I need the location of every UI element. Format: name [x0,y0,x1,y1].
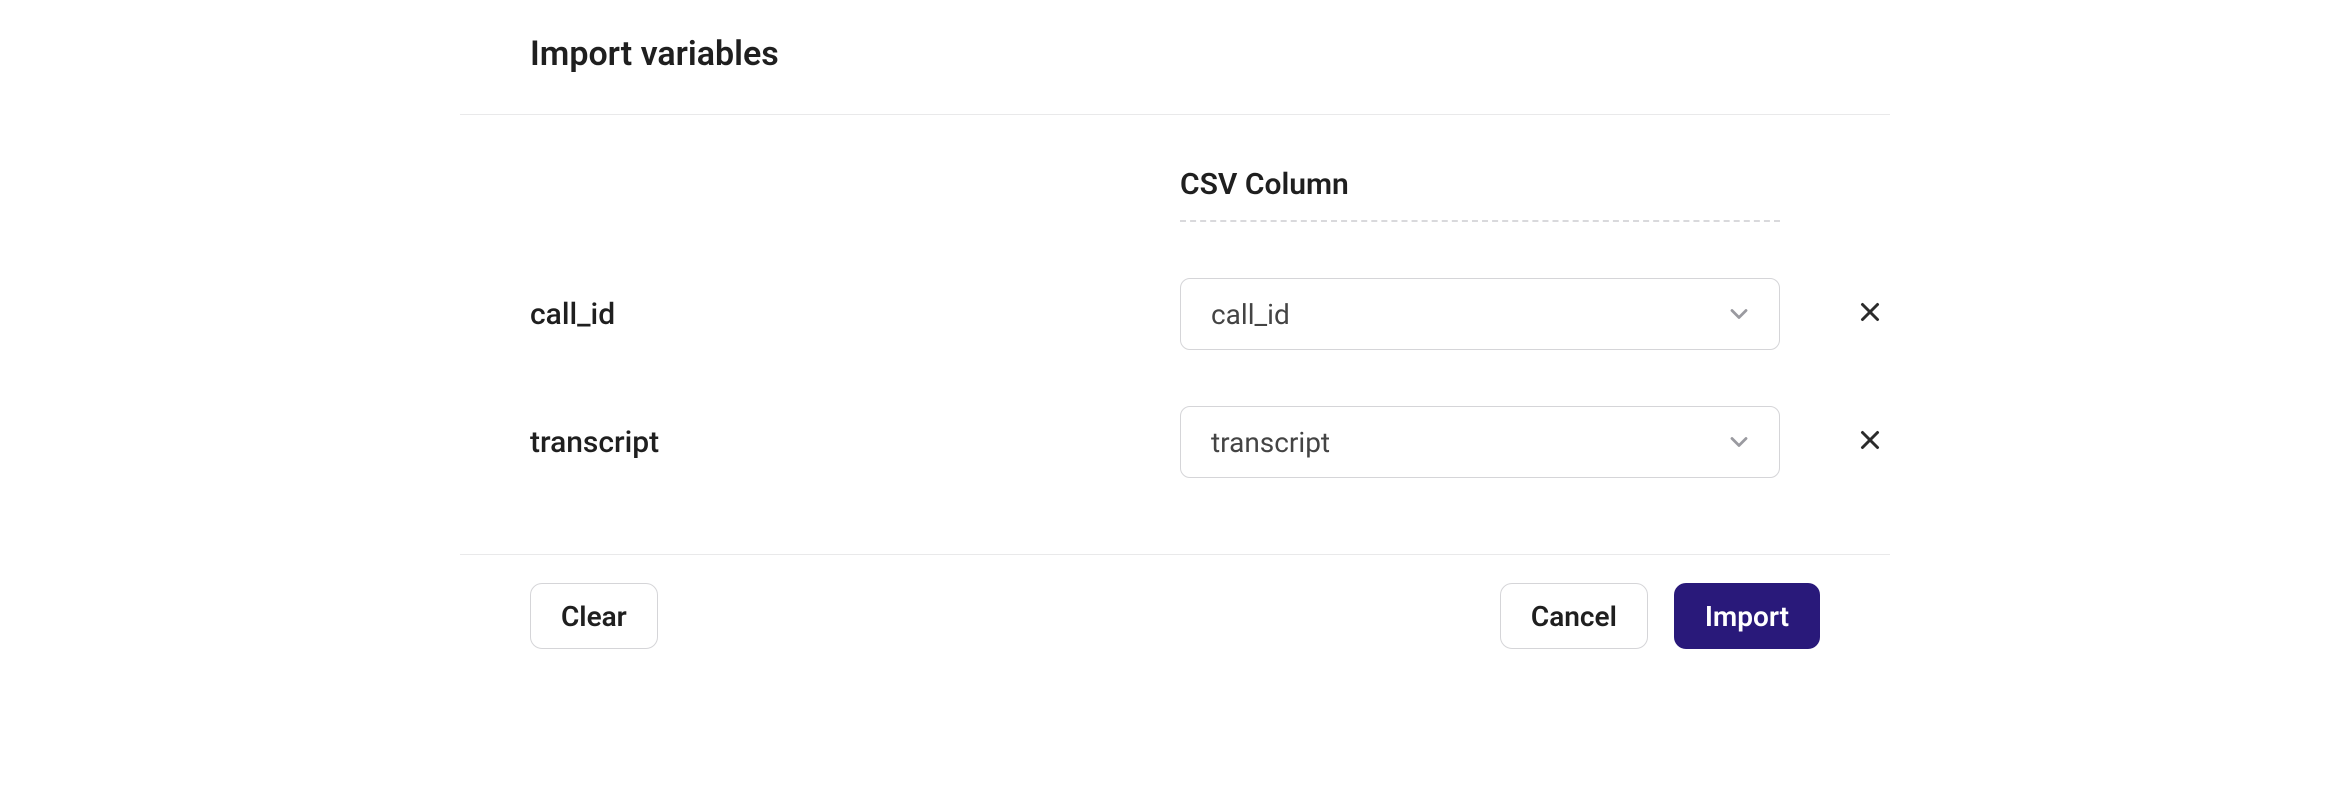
remove-mapping-button[interactable] [1780,425,1900,459]
chevron-down-icon [1725,428,1753,456]
dialog-footer: Clear Cancel Import [460,555,1890,649]
mapping-row: call_id call_id [530,278,1820,350]
column-headers-row: CSV Column [530,167,1820,222]
import-variables-dialog: Import variables CSV Column call_id call… [460,0,1890,649]
cancel-button[interactable]: Cancel [1500,583,1648,649]
dialog-title: Import variables [530,34,1820,74]
remove-mapping-button[interactable] [1780,297,1900,331]
csv-column-select-value: transcript [1211,426,1330,459]
csv-column-select[interactable]: call_id [1180,278,1780,350]
csv-column-underline [1180,220,1780,222]
mapping-row: transcript transcript [530,406,1820,478]
csv-column-select-value: call_id [1211,298,1290,331]
csv-column-header: CSV Column [1180,167,1780,220]
dialog-header: Import variables [460,0,1890,114]
import-button[interactable]: Import [1674,583,1820,649]
dialog-body: CSV Column call_id call_id [460,115,1890,498]
chevron-down-icon [1725,300,1753,328]
variable-name: transcript [530,425,1180,460]
footer-right-group: Cancel Import [1500,583,1820,649]
close-icon [1855,297,1885,331]
csv-column-select[interactable]: transcript [1180,406,1780,478]
variable-name: call_id [530,297,1180,332]
close-icon [1855,425,1885,459]
clear-button[interactable]: Clear [530,583,658,649]
